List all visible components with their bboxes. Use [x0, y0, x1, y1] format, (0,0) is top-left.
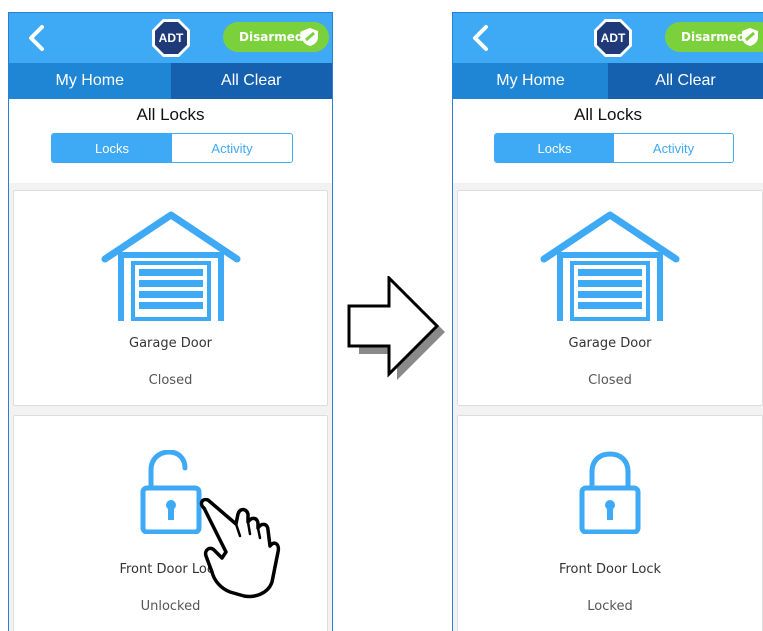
garage-icon: [540, 211, 680, 321]
unlocked-padlock-icon: [140, 450, 201, 534]
tab-all-clear[interactable]: All Clear: [170, 63, 332, 99]
shield-icon: [302, 28, 318, 46]
back-chevron-icon[interactable]: [24, 23, 50, 53]
top-bar: ADT Disarmed: [453, 13, 763, 63]
tab-my-home[interactable]: My Home: [453, 63, 608, 99]
svg-text:ADT: ADT: [159, 31, 184, 45]
alarm-status-label: Disarmed: [239, 30, 304, 44]
top-bar: ADT Disarmed: [9, 13, 332, 63]
device-state: Closed: [588, 373, 632, 388]
segment-locks[interactable]: Locks: [52, 134, 172, 162]
device-name: Garage Door: [129, 336, 212, 351]
phone-after-screen: ADT Disarmed My Home All Clear All Locks…: [452, 12, 763, 631]
garage-icon: [101, 211, 240, 321]
garage-door-card[interactable]: Garage Door Closed: [457, 190, 763, 406]
device-name: Garage Door: [568, 336, 652, 351]
back-chevron-icon[interactable]: [468, 23, 494, 53]
garage-door-card[interactable]: Garage Door Closed: [13, 190, 328, 406]
segment-activity[interactable]: Activity: [172, 134, 292, 162]
device-name: Front Door Lock: [558, 562, 662, 577]
front-door-lock-card[interactable]: Front Door Lock Locked: [457, 415, 763, 631]
tab-all-clear[interactable]: All Clear: [608, 63, 763, 99]
segment-locks[interactable]: Locks: [495, 134, 614, 162]
segmented-control: Locks Activity: [51, 133, 293, 163]
location-bar: My Home All Clear: [9, 63, 332, 99]
alarm-status-button[interactable]: Disarmed: [665, 22, 763, 52]
segment-activity[interactable]: Activity: [614, 134, 733, 162]
page-title: All Locks: [136, 105, 205, 124]
alarm-status-button[interactable]: Disarmed: [223, 22, 329, 52]
device-state: Locked: [587, 599, 633, 614]
shield-icon: [742, 28, 758, 46]
page-title: All Locks: [573, 105, 643, 124]
adt-logo: ADT: [152, 19, 190, 57]
device-state: Closed: [148, 373, 193, 388]
svg-text:ADT: ADT: [601, 31, 626, 45]
tab-my-home[interactable]: My Home: [9, 63, 171, 99]
segmented-control: Locks Activity: [494, 133, 734, 163]
alarm-status-label: Disarmed: [681, 30, 746, 44]
location-bar: My Home All Clear: [453, 63, 763, 99]
device-state: Unlocked: [140, 599, 201, 614]
locked-padlock-icon: [579, 451, 641, 534]
adt-logo: ADT: [594, 19, 632, 57]
transition-arrow-icon: [347, 276, 445, 380]
tap-hand-icon: [199, 497, 281, 599]
